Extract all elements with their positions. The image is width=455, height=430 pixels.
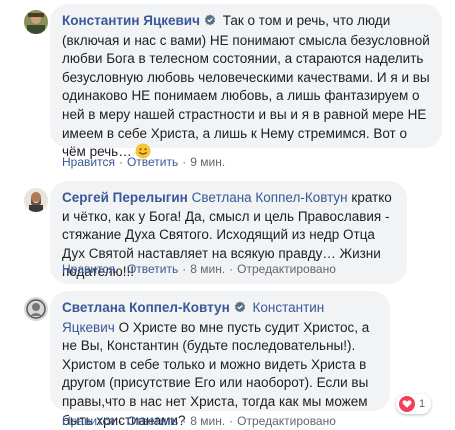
- reaction-count: 1: [419, 398, 426, 410]
- comment-author[interactable]: Светлана Коппел-Ковтун: [62, 300, 230, 315]
- like-link[interactable]: Нравится: [62, 262, 115, 276]
- timestamp[interactable]: 9 мин.: [190, 155, 225, 169]
- comment-text: О Христе во мне пусть судит Христос, а н…: [62, 319, 370, 428]
- avatar[interactable]: [24, 297, 48, 321]
- edited-label[interactable]: Отредактировано: [237, 414, 336, 428]
- comment-actions: Нравится · Ответить · 8 мин. · Отредактировано: [62, 262, 336, 276]
- reply-link[interactable]: Ответить: [127, 414, 178, 428]
- edited-label[interactable]: Отредактировано: [237, 262, 336, 276]
- comment-thread: Константин Яцкевич Так о том и речь, что…: [0, 0, 455, 430]
- mention-link[interactable]: Светлана Коппел-Ковтун: [192, 190, 348, 205]
- timestamp[interactable]: 8 мин.: [190, 414, 225, 428]
- avatar[interactable]: [24, 10, 48, 34]
- like-link[interactable]: Нравится: [62, 155, 115, 169]
- heart-icon: [399, 396, 415, 412]
- verified-badge-icon: [234, 300, 246, 319]
- comment-actions: Нравится · Ответить · 8 мин. · Отредактировано: [62, 414, 336, 428]
- timestamp[interactable]: 8 мин.: [190, 262, 225, 276]
- reaction-summary[interactable]: 1: [396, 394, 432, 414]
- comment-author[interactable]: Сергей Перелыгин: [62, 190, 188, 205]
- comment-text: Так о том и речь, что люди (включая и на…: [62, 13, 430, 160]
- like-link[interactable]: Нравится: [62, 414, 115, 428]
- avatar[interactable]: [24, 188, 48, 212]
- comment-bubble: Светлана Коппел-Ковтун Константин Яцкеви…: [50, 291, 390, 428]
- comment-author[interactable]: Константин Яцкевич: [62, 13, 200, 28]
- verified-badge-icon: [204, 13, 216, 32]
- comment-bubble: Константин Яцкевич Так о том и речь, что…: [50, 4, 442, 159]
- reply-link[interactable]: Ответить: [127, 155, 178, 169]
- comment-actions: Нравится · Ответить · 9 мин.: [62, 155, 226, 169]
- reply-link[interactable]: Ответить: [127, 262, 178, 276]
